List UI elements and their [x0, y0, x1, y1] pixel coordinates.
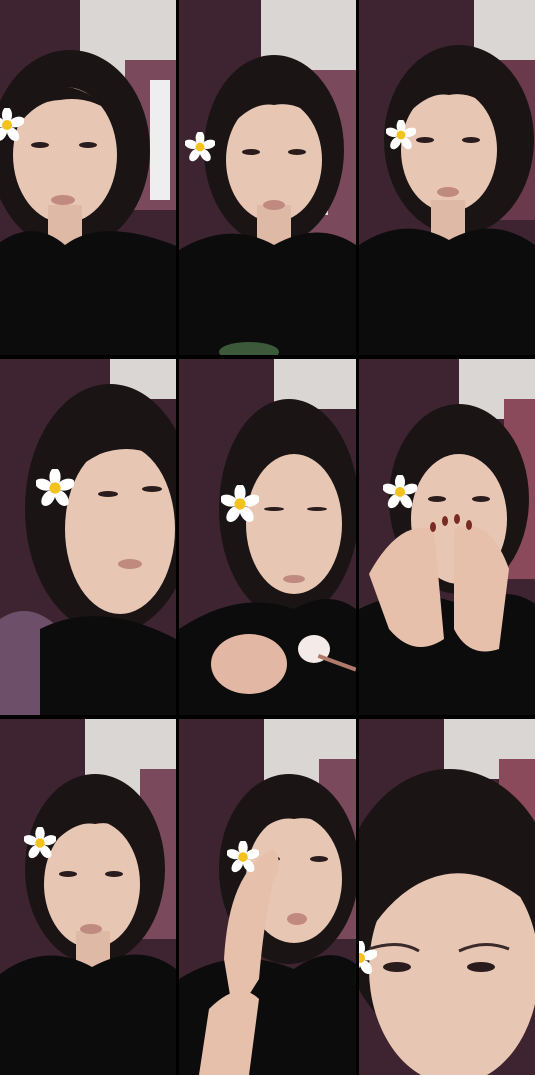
photo-frame-6: [359, 359, 535, 715]
plumeria-flower-icon: [185, 132, 215, 162]
photo-frame-4: [0, 359, 176, 715]
plumeria-flower-icon: [221, 485, 259, 523]
plumeria-flower-icon: [0, 108, 24, 142]
photo-frame-7: [0, 719, 176, 1075]
plumeria-flower-icon: [36, 469, 74, 507]
photo-frame-3: [359, 0, 535, 355]
photo-frame-2: [179, 0, 356, 355]
plumeria-flower-icon: [386, 120, 416, 150]
photo-frame-9: [359, 719, 535, 1075]
plumeria-flower-icon: [383, 475, 417, 509]
plumeria-flower-icon: [24, 827, 56, 859]
plumeria-flower-icon: [359, 941, 377, 975]
photo-frame-5: [179, 359, 356, 715]
photo-frame-8: [179, 719, 356, 1075]
photo-collage: [0, 0, 535, 1075]
photo-frame-1: [0, 0, 176, 355]
plumeria-flower-icon: [227, 841, 259, 873]
